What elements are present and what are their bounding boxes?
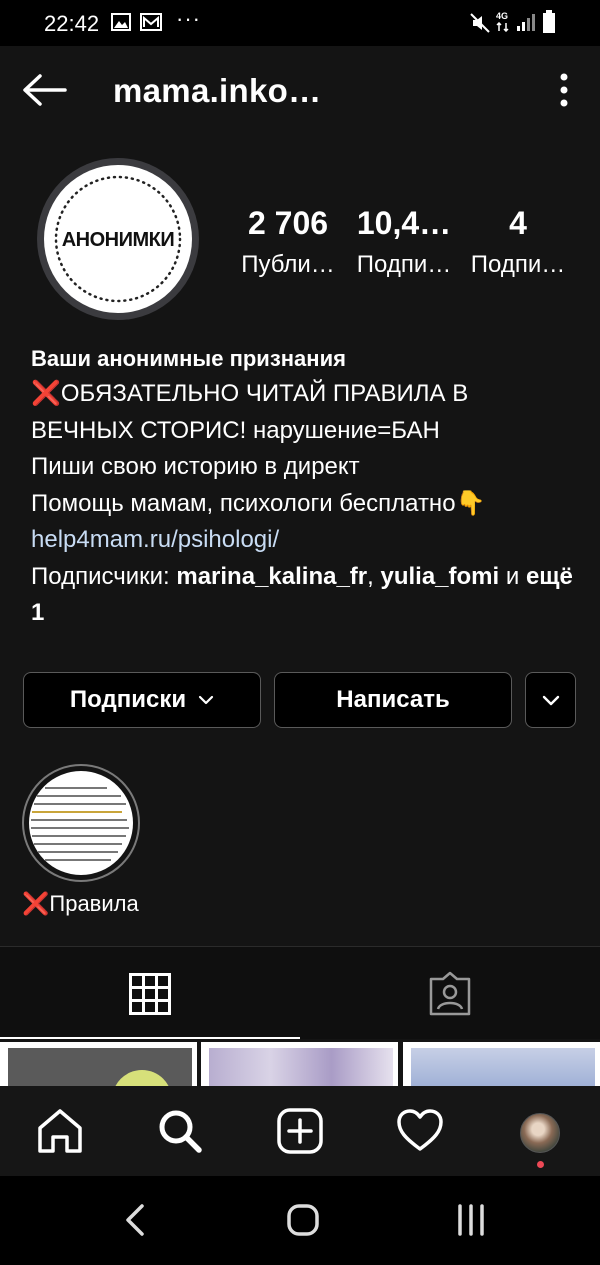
bio-line-help: Помощь мамам, психологи бесплатно👇 <box>31 489 486 517</box>
followers-stat[interactable]: 10,4… Подпи… <box>352 206 456 280</box>
following-button-label: Подписки <box>69 686 187 713</box>
profile-username: mama.inko… <box>113 72 322 109</box>
profile-tabs <box>0 947 600 1039</box>
add-post-icon[interactable] <box>275 1106 325 1156</box>
following-button[interactable]: Подписки <box>23 672 261 728</box>
followers-label: Подпи… <box>356 251 452 278</box>
message-button[interactable]: Написать <box>274 672 512 728</box>
system-back-icon[interactable] <box>116 1200 156 1240</box>
following-count: 4 <box>509 205 527 241</box>
posts-label: Публи… <box>241 251 335 278</box>
followed-by-prefix: Подписчики: <box>31 562 177 590</box>
mute-icon <box>470 13 490 33</box>
notification-dot <box>537 1161 544 1168</box>
system-recents-icon[interactable] <box>451 1200 491 1240</box>
system-navigation <box>0 1176 600 1265</box>
grid-icon <box>129 973 171 1015</box>
highlight-label: ❌Правила <box>22 891 139 916</box>
data-arrows-icon <box>496 22 509 32</box>
profile-avatar[interactable] <box>520 1113 560 1153</box>
chevron-down-icon <box>542 695 559 705</box>
message-button-label: Написать <box>336 686 450 713</box>
tagged-icon <box>429 971 471 1016</box>
bio-line-direct: Пиши свою историю в директ <box>31 453 360 480</box>
heart-icon[interactable] <box>395 1106 445 1156</box>
followed-by-line[interactable]: Подписчики: marina_kalina_fr, yulia_fomi… <box>31 559 576 632</box>
avatar-logo-text: АНОНИМКИ <box>61 229 175 251</box>
signal-icon <box>517 14 535 31</box>
post-thumbnail[interactable] <box>0 1042 197 1086</box>
profile-screen: mama.inko… АНОНИМКИ 2 706 Публи… 10,4… П… <box>0 46 600 1176</box>
post-thumbnail[interactable] <box>403 1042 600 1086</box>
status-bar: 22:42 ··· 4G <box>0 0 600 46</box>
arrow-left-icon[interactable] <box>18 68 70 112</box>
system-home-icon[interactable] <box>283 1200 323 1240</box>
follower-name-1: marina_kalina_fr <box>176 562 368 590</box>
battery-icon <box>543 10 555 33</box>
profile-avatar[interactable]: АНОНИМКИ <box>37 158 199 320</box>
profile-bio: Ваши анонимные признания ❌ОБЯЗАТЕЛЬНО ЧИ… <box>31 342 576 632</box>
bottom-navigation <box>0 1086 600 1176</box>
bio-website-link[interactable]: help4mam.ru/psihologi/ <box>31 522 576 559</box>
more-vertical-icon[interactable] <box>550 70 578 110</box>
suggested-accounts-button[interactable] <box>525 672 576 728</box>
separator: , <box>367 562 381 590</box>
status-time: 22:42 <box>44 11 100 36</box>
mail-icon <box>140 13 162 31</box>
network-type: 4G <box>496 11 509 21</box>
home-icon[interactable] <box>35 1106 85 1156</box>
highlight-cover <box>29 771 133 875</box>
follower-name-2: yulia_fomi <box>380 562 500 590</box>
tab-posts-grid[interactable] <box>0 947 300 1039</box>
bio-rules-line: ❌ОБЯЗАТЕЛЬНО ЧИТАЙ ПРАВИЛА В ВЕЧНЫХ СТОР… <box>31 380 469 444</box>
more-notifications-icon: ··· <box>176 6 201 31</box>
conjunction: и <box>499 562 526 590</box>
followers-count: 10,4… <box>356 205 452 241</box>
profile-name: Ваши анонимные признания <box>31 346 346 371</box>
image-icon <box>111 13 131 31</box>
avatar-image: АНОНИМКИ <box>44 165 192 313</box>
tab-tagged[interactable] <box>300 947 600 1039</box>
header: mama.inko… <box>0 46 600 136</box>
chevron-down-icon <box>198 695 214 705</box>
active-tab-indicator <box>0 1037 300 1039</box>
following-label: Подпи… <box>470 251 566 278</box>
posts-count: 2 706 <box>247 205 329 241</box>
post-thumbnail[interactable] <box>201 1042 398 1086</box>
posts-grid <box>0 1042 600 1086</box>
story-highlight-rules[interactable] <box>22 764 140 882</box>
following-stat[interactable]: 4 Подпи… <box>467 206 569 280</box>
posts-stat[interactable]: 2 706 Публи… <box>240 206 336 280</box>
search-icon[interactable] <box>155 1106 205 1156</box>
